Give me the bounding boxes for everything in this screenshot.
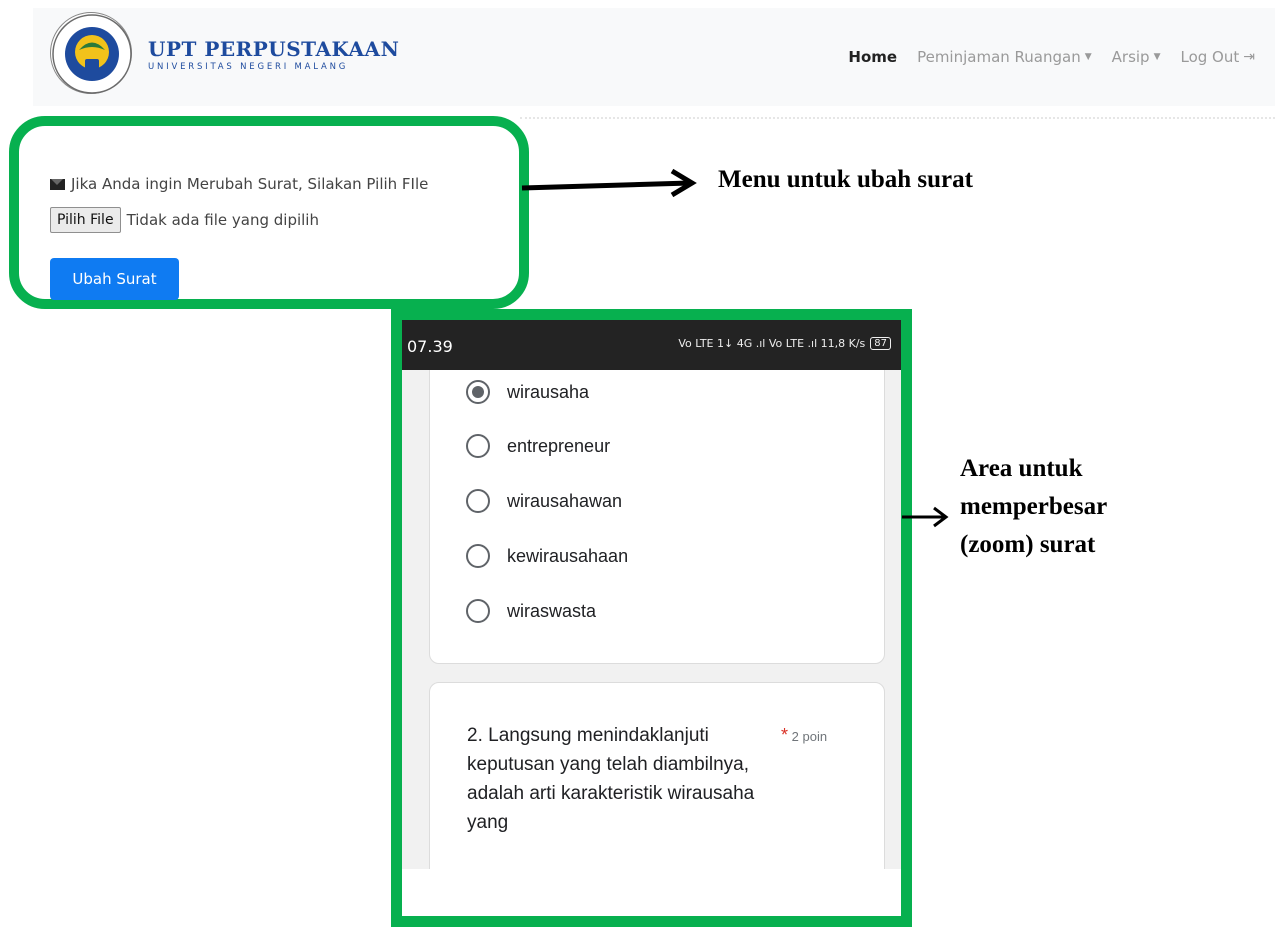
caret-down-icon: ▼ [1153, 52, 1161, 62]
file-input: Pilih File Tidak ada file yang dipilih [50, 207, 319, 233]
question-card: 2. Langsung menindaklanjuti keputusan ya… [429, 682, 885, 869]
letter-preview[interactable]: wirausaha entrepreneur wirausahawan kewi… [402, 320, 901, 869]
nav-item-peminjaman-ruangan[interactable]: Peminjaman Ruangan ▼ [917, 48, 1092, 66]
phone-status-bar: 07.39 Vo LTE 1↓ 4G .ıl Vo LTE .ıl 11,8 K… [402, 320, 901, 370]
signal-icons: Vo LTE 1↓ 4G .ıl Vo LTE .ıl 11,8 K/s 87 [678, 337, 891, 350]
envelope-icon [50, 178, 65, 190]
option-label: wiraswasta [507, 600, 597, 621]
annotation-menu-label: Menu untuk ubah surat [718, 166, 973, 193]
radio-option[interactable]: wiraswasta [466, 599, 596, 623]
nav-item-label: Home [848, 48, 898, 66]
change-letter-instruction: Jika Anda ingin Merubah Surat, Silakan P… [50, 175, 428, 193]
radio-checked-icon[interactable] [466, 380, 490, 404]
radio-icon[interactable] [466, 434, 490, 458]
signal-status-text: Vo LTE 1↓ 4G .ıl Vo LTE .ıl 11,8 K/s [678, 337, 866, 350]
annotation-zoom-label: Area untuk memperbesar (zoom) surat [960, 450, 1107, 564]
option-label: wirausaha [507, 381, 590, 402]
logo-title: UPT PERPUSTAKAAN [148, 37, 400, 61]
navbar: UPT PERPUSTAKAAN UNIVERSITAS NEGERI MALA… [33, 8, 1275, 106]
option-label: wirausahawan [507, 490, 623, 511]
divider [520, 117, 1275, 119]
nav-item-home[interactable]: Home [848, 48, 897, 66]
status-time: 07.39 [407, 337, 453, 356]
nav-item-label: Peminjaman Ruangan [917, 48, 1081, 66]
arrow-right-icon [521, 168, 697, 198]
question-points: * 2 poin [781, 725, 827, 746]
battery-icon: 87 [870, 337, 891, 350]
university-seal-logo[interactable] [50, 12, 132, 94]
question-card: wirausaha entrepreneur wirausahawan kewi… [429, 340, 885, 664]
highlight-box-zoom-area[interactable]: wirausaha entrepreneur wirausahawan kewi… [391, 309, 912, 927]
radio-option[interactable]: wirausaha [466, 380, 589, 404]
nav-item-label: Arsip [1111, 48, 1150, 66]
nav-menu: Home Peminjaman Ruangan ▼ Arsip ▼ Log Ou… [848, 48, 1255, 66]
file-status-text: Tidak ada file yang dipilih [126, 211, 319, 229]
logout-icon: ⇥ [1243, 49, 1255, 65]
radio-option[interactable]: wirausahawan [466, 489, 622, 513]
points-label: 2 poin [791, 729, 828, 744]
instruction-text: Jika Anda ingin Merubah Surat, Silakan P… [71, 175, 429, 193]
option-label: kewirausahaan [507, 545, 629, 566]
radio-icon[interactable] [466, 599, 490, 623]
choose-file-button[interactable]: Pilih File [50, 207, 121, 233]
required-star-icon: * [781, 725, 789, 745]
radio-icon[interactable] [466, 544, 490, 568]
caret-down-icon: ▼ [1084, 52, 1092, 62]
arrow-right-icon [902, 506, 949, 528]
change-letter-button[interactable]: Ubah Surat [50, 258, 179, 300]
nav-item-logout[interactable]: Log Out ⇥ [1181, 48, 1256, 66]
option-label: entrepreneur [507, 435, 611, 456]
question-text: 2. Langsung menindaklanjuti keputusan ya… [467, 725, 755, 833]
annotation-line: (zoom) surat [960, 531, 1096, 558]
radio-option[interactable]: entrepreneur [466, 434, 610, 458]
annotation-line: memperbesar [960, 493, 1108, 520]
logo-subtitle: UNIVERSITAS NEGERI MALANG [148, 62, 349, 72]
radio-icon[interactable] [466, 489, 490, 513]
radio-option[interactable]: kewirausahaan [466, 544, 628, 568]
nav-item-label: Log Out [1180, 48, 1240, 66]
annotation-line: Area untuk [960, 455, 1083, 482]
nav-item-arsip[interactable]: Arsip ▼ [1112, 48, 1161, 66]
logo-text[interactable]: UPT PERPUSTAKAAN UNIVERSITAS NEGERI MALA… [148, 38, 399, 72]
